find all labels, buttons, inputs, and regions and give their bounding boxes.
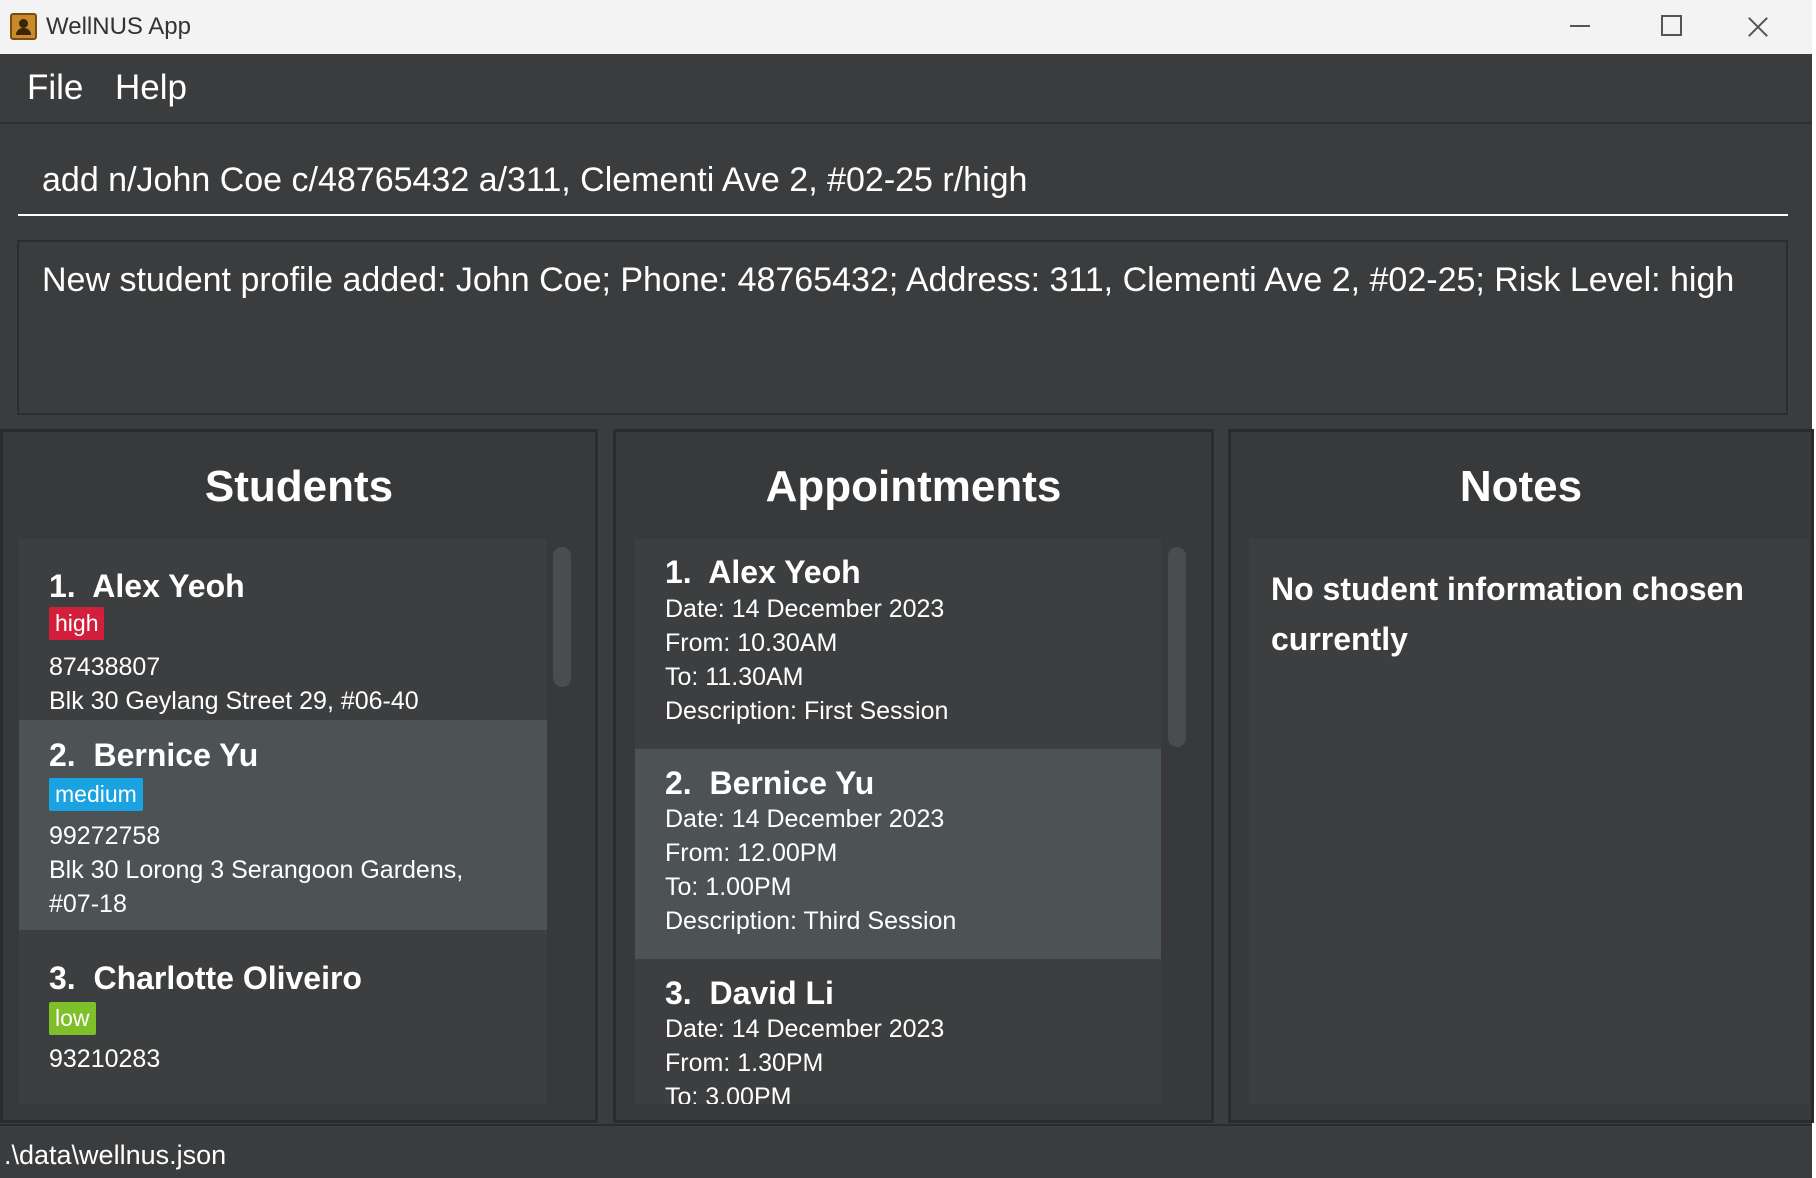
- student-address: Blk 30 Geylang Street 29, #06-40: [49, 687, 419, 715]
- appointment-from: From: 12.00PM: [665, 839, 838, 867]
- students-panel: Students 1. Alex Yeoh high 87438807 Blk …: [0, 429, 598, 1123]
- student-address-line2: #07-18: [49, 890, 127, 918]
- student-card[interactable]: 1. Alex Yeoh high 87438807 Blk 30 Geylan…: [19, 539, 547, 720]
- appointment-date: Date: 14 December 2023: [665, 595, 945, 623]
- notes-panel: Notes No student information chosen curr…: [1228, 429, 1814, 1123]
- risk-badge: medium: [49, 778, 143, 811]
- menu-help[interactable]: Help: [115, 68, 187, 108]
- appointments-scrollbar[interactable]: [1168, 547, 1186, 747]
- students-title: Students: [204, 462, 394, 511]
- window-title: WellNUS App: [46, 13, 191, 40]
- appointment-name: 3. David Li: [665, 975, 834, 1011]
- menu-bar: File Help: [0, 54, 1812, 124]
- risk-badge: low: [49, 1002, 96, 1035]
- app-window: WellNUS App File Help New student profil…: [0, 0, 1814, 1178]
- student-phone: 93210283: [49, 1045, 161, 1073]
- student-name: 1. Alex Yeoh: [49, 568, 245, 604]
- appointment-date: Date: 14 December 2023: [665, 805, 945, 833]
- student-name: 2. Bernice Yu: [49, 737, 259, 773]
- appointment-card[interactable]: 3. David Li Date: 14 December 2023 From:…: [635, 959, 1161, 1104]
- maximize-icon[interactable]: [1624, 0, 1714, 54]
- app-icon: [10, 13, 37, 40]
- student-phone: 87438807: [49, 653, 161, 681]
- result-display: New student profile added: John Coe; Pho…: [17, 240, 1788, 415]
- appointment-name: 1. Alex Yeoh: [665, 554, 861, 590]
- appointment-card[interactable]: 1. Alex Yeoh Date: 14 December 2023 From…: [635, 539, 1161, 749]
- command-input[interactable]: [18, 146, 1788, 216]
- student-card[interactable]: 2. Bernice Yu medium 99272758 Blk 30 Lor…: [19, 720, 547, 930]
- risk-badge: high: [49, 607, 105, 640]
- notes-placeholder-text: No student information chosen currently: [1271, 571, 1744, 657]
- appointment-description: Description: First Session: [665, 697, 949, 725]
- appointments-list[interactable]: 1. Alex Yeoh Date: 14 December 2023 From…: [635, 539, 1161, 1104]
- appointment-from: From: 10.30AM: [665, 629, 838, 657]
- data-file-path: .\data\wellnus.json: [4, 1140, 227, 1170]
- appointment-to: To: 1.00PM: [665, 873, 792, 901]
- notes-title: Notes: [1459, 462, 1583, 511]
- appointments-title: Appointments: [765, 462, 1062, 511]
- student-phone: 99272758: [49, 822, 161, 850]
- appointments-panel: Appointments 1. Alex Yeoh Date: 14 Decem…: [613, 429, 1214, 1123]
- close-icon[interactable]: [1714, 0, 1804, 54]
- appointment-name: 2. Bernice Yu: [665, 765, 875, 801]
- students-scrollbar[interactable]: [553, 547, 571, 687]
- notes-box: No student information chosen currently: [1249, 539, 1809, 1104]
- appointment-to: To: 11.30AM: [665, 663, 804, 691]
- title-bar[interactable]: WellNUS App: [0, 0, 1812, 54]
- command-area: [0, 126, 1812, 228]
- appointment-description: Description: Third Session: [665, 907, 957, 935]
- students-list[interactable]: 1. Alex Yeoh high 87438807 Blk 30 Geylan…: [19, 539, 547, 1104]
- appointment-date: Date: 14 December 2023: [665, 1015, 945, 1043]
- status-bar: .\data\wellnus.json: [0, 1124, 1812, 1178]
- menu-file[interactable]: File: [27, 68, 83, 108]
- student-address: Blk 30 Lorong 3 Serangoon Gardens,: [49, 856, 464, 884]
- student-name: 3. Charlotte Oliveiro: [49, 960, 362, 996]
- appointment-to: To: 3.00PM: [665, 1083, 792, 1104]
- student-card[interactable]: 3. Charlotte Oliveiro low 93210283: [19, 930, 547, 1104]
- minimize-icon[interactable]: [1534, 0, 1624, 54]
- appointment-from: From: 1.30PM: [665, 1049, 824, 1077]
- appointment-card[interactable]: 2. Bernice Yu Date: 14 December 2023 Fro…: [635, 749, 1161, 959]
